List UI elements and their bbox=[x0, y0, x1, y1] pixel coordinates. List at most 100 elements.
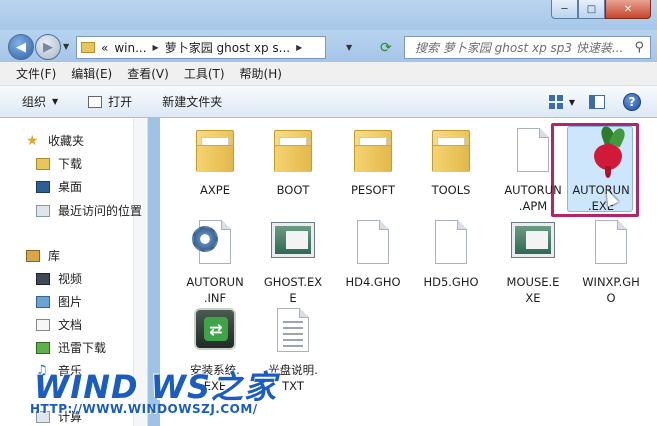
nav-documents[interactable]: 文档 bbox=[36, 316, 82, 333]
open-label: 打开 bbox=[108, 95, 133, 109]
file-name: GHOST.EX E bbox=[263, 275, 323, 305]
file-name: AUTORUN .APM bbox=[504, 183, 562, 213]
nav-video[interactable]: 视频 bbox=[36, 270, 82, 287]
close-button[interactable]: ✕ bbox=[605, 0, 651, 19]
file-icon bbox=[586, 216, 636, 270]
menu-view[interactable]: 查看(V) bbox=[127, 65, 169, 82]
file-name: PESOFT bbox=[351, 183, 395, 197]
file-name: HD4.GHO bbox=[345, 275, 401, 289]
text-file-icon bbox=[268, 304, 318, 358]
nav-label: 下载 bbox=[58, 157, 83, 171]
address-segment-win[interactable]: win... bbox=[114, 41, 146, 55]
open-icon bbox=[88, 95, 103, 108]
file-name: BOOT bbox=[276, 183, 310, 197]
maximize-button[interactable]: □ bbox=[578, 0, 605, 19]
nav-label: 库 bbox=[48, 249, 61, 263]
installer-icon: ⇄ bbox=[190, 304, 240, 358]
nav-xunlei-downloads[interactable]: 迅雷下载 bbox=[36, 339, 106, 356]
watermark-brand: WIND WS之家 bbox=[34, 368, 278, 406]
file-item[interactable]: HD5.GHO bbox=[412, 216, 490, 290]
address-dropdown[interactable]: ▼ bbox=[346, 43, 352, 52]
application-icon bbox=[268, 216, 318, 270]
desktop-icon bbox=[36, 180, 50, 193]
preview-pane-icon[interactable] bbox=[589, 95, 605, 109]
search-input[interactable]: 搜索 萝卜家园 ghost xp sp3 快速装... ⚲ bbox=[404, 36, 651, 59]
nav-label: 最近访问的位置 bbox=[58, 204, 143, 218]
navigation-bar: ◀ ▶ ▼ « win... ▶ 萝卜家园 ghost xp s... ▶ ▼ … bbox=[0, 30, 657, 62]
command-bar: 组织 ▼ 打开 新建文件夹 ▼ ? bbox=[0, 86, 657, 118]
view-dropdown[interactable]: ▼ bbox=[569, 98, 575, 107]
file-item[interactable]: AUTORUN .APM bbox=[494, 124, 572, 214]
recent-places-icon bbox=[36, 204, 50, 217]
file-item[interactable]: HD4.GHO bbox=[334, 216, 412, 290]
organize-label: 组织 bbox=[22, 95, 47, 109]
file-item[interactable]: GHOST.EX E bbox=[254, 216, 332, 306]
back-button[interactable]: ◀ bbox=[8, 34, 34, 60]
address-overflow[interactable]: « bbox=[101, 41, 108, 55]
menu-edit[interactable]: 编辑(E) bbox=[71, 65, 112, 82]
refresh-icon[interactable]: ⟳ bbox=[380, 40, 392, 56]
nav-favorites[interactable]: ★ 收藏夹 bbox=[26, 132, 84, 149]
nav-label: 收藏夹 bbox=[48, 134, 85, 148]
documents-icon bbox=[36, 318, 50, 331]
file-name: AXPE bbox=[200, 183, 230, 197]
folder-icon bbox=[190, 124, 240, 178]
view-options-icon[interactable] bbox=[548, 95, 563, 109]
open-button[interactable]: 打开 bbox=[88, 93, 132, 110]
xunlei-icon bbox=[36, 341, 50, 354]
file-item[interactable]: AUTORUN .EXE bbox=[562, 124, 640, 214]
radish-icon bbox=[576, 124, 628, 178]
nav-label: 迅雷下载 bbox=[58, 341, 107, 355]
organize-button[interactable]: 组织 ▼ bbox=[22, 93, 58, 110]
nav-libraries[interactable]: 库 bbox=[26, 247, 60, 264]
folder-icon bbox=[81, 42, 95, 53]
chevron-down-icon: ▼ bbox=[52, 97, 59, 106]
new-folder-label: 新建文件夹 bbox=[162, 95, 223, 109]
help-icon[interactable]: ? bbox=[623, 93, 641, 111]
menu-file[interactable]: 文件(F) bbox=[16, 65, 56, 82]
menu-help[interactable]: 帮助(H) bbox=[240, 65, 282, 82]
file-icon bbox=[426, 216, 476, 270]
nav-recent[interactable]: 最近访问的位置 bbox=[36, 202, 142, 219]
forward-button[interactable]: ▶ bbox=[35, 34, 61, 60]
recent-pages-dropdown[interactable]: ▼ bbox=[63, 42, 69, 51]
search-icon[interactable]: ⚲ bbox=[634, 40, 644, 55]
window-controls: ─ □ ✕ bbox=[551, 0, 651, 19]
file-icon bbox=[508, 124, 558, 178]
file-name: AUTORUN .INF bbox=[186, 275, 244, 305]
menu-tools[interactable]: 工具(T) bbox=[184, 65, 225, 82]
nav-label: 文档 bbox=[58, 318, 83, 332]
chevron-right-icon[interactable]: ▶ bbox=[153, 43, 159, 52]
file-item[interactable]: PESOFT bbox=[334, 124, 412, 198]
arrow-right-icon: ▶ bbox=[43, 39, 53, 55]
library-icon bbox=[26, 249, 40, 262]
config-file-icon bbox=[190, 216, 240, 270]
address-segment-current[interactable]: 萝卜家园 ghost xp s... bbox=[165, 39, 290, 56]
file-name: HD5.GHO bbox=[423, 275, 479, 289]
folder-icon bbox=[426, 124, 476, 178]
star-icon: ★ bbox=[26, 132, 39, 149]
nav-desktop[interactable]: 桌面 bbox=[36, 178, 82, 195]
nav-label: 视频 bbox=[58, 272, 83, 286]
video-icon bbox=[36, 272, 50, 285]
nav-pictures[interactable]: 图片 bbox=[36, 293, 82, 310]
folder-icon bbox=[348, 124, 398, 178]
chevron-right-icon[interactable]: ▶ bbox=[296, 43, 302, 52]
file-name: AUTORUN .EXE bbox=[572, 183, 630, 213]
menu-bar: 文件(F) 编辑(E) 查看(V) 工具(T) 帮助(H) bbox=[0, 62, 657, 86]
address-bar[interactable]: « win... ▶ 萝卜家园 ghost xp s... ▶ bbox=[76, 36, 326, 59]
nav-downloads[interactable]: 下载 bbox=[36, 155, 82, 172]
new-folder-button[interactable]: 新建文件夹 bbox=[162, 93, 222, 110]
file-item[interactable]: AXPE bbox=[176, 124, 254, 198]
file-item[interactable]: TOOLS bbox=[412, 124, 490, 198]
folder-icon bbox=[268, 124, 318, 178]
file-item[interactable]: WINXP.GH O bbox=[572, 216, 650, 306]
arrow-left-icon: ◀ bbox=[16, 39, 26, 55]
file-item[interactable]: AUTORUN .INF bbox=[176, 216, 254, 306]
file-item[interactable]: BOOT bbox=[254, 124, 332, 198]
search-placeholder: 搜索 萝卜家园 ghost xp sp3 快速装... bbox=[415, 41, 624, 55]
file-item[interactable]: MOUSE.E XE bbox=[494, 216, 572, 306]
nav-label: 桌面 bbox=[58, 180, 83, 194]
minimize-button[interactable]: ─ bbox=[551, 0, 578, 19]
file-name: MOUSE.E XE bbox=[506, 275, 560, 305]
